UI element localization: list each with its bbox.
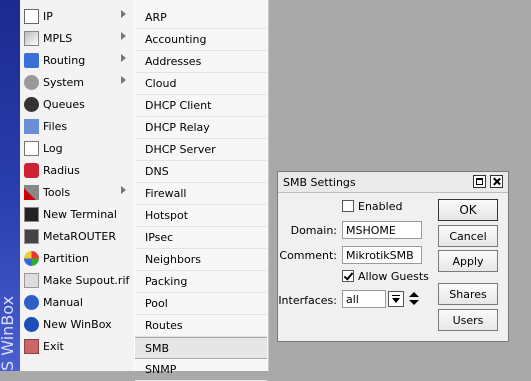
winbox-icon [24,316,39,332]
terminal-icon [24,206,39,222]
main-menu-item-label: Queues [43,97,85,111]
domain-field[interactable] [342,221,422,239]
submenu-item-cloud[interactable]: Cloud [135,73,267,95]
submenu-item-arp[interactable]: ARP [135,7,267,29]
submenu-arrow-icon [121,186,126,194]
submenu-item-dns[interactable]: DNS [135,161,267,183]
main-menu-item-label: Log [43,141,63,155]
main-menu-item-make-supout-rif[interactable]: Make Supout.rif [20,269,134,291]
main-menu-item-new-terminal[interactable]: New Terminal [20,203,134,225]
routing-icon [24,52,39,68]
dialog-titlebar[interactable]: SMB Settings [278,172,508,193]
help-icon [24,294,39,310]
interfaces-label: Interfaces: [278,294,337,307]
main-menu-item-mpls[interactable]: MPLS [20,27,134,49]
submenu-item-pool[interactable]: Pool [135,293,267,315]
winbox-sidebar: S WinBox [0,0,20,371]
shares-button[interactable]: Shares [438,283,498,305]
interfaces-field[interactable] [342,290,386,308]
main-menu-item-label: MetaROUTER [43,229,116,243]
main-menu-item-partition[interactable]: Partition [20,247,134,269]
tools-icon [24,184,39,200]
domain-label: Domain: [290,224,337,237]
main-menu-item-label: Exit [43,339,64,353]
mpls-icon [24,30,39,46]
submenu-item-smb[interactable]: SMB [135,337,267,359]
allow-guests-label: Allow Guests [358,270,429,283]
main-menu-item-label: New Terminal [43,207,117,221]
radius-icon [24,162,39,178]
submenu-arrow-icon [121,32,126,40]
submenu-item-packing[interactable]: Packing [135,271,267,293]
comment-field[interactable] [342,246,422,264]
submenu-item-firewall[interactable]: Firewall [135,183,267,205]
enabled-checkbox[interactable] [342,200,354,212]
submenu-arrow-icon [121,10,126,18]
main-menu-item-ip[interactable]: IP [20,5,134,27]
smb-settings-dialog: SMB Settings Enabled Domain: Comment: Al… [277,171,509,342]
submenu-item-neighbors[interactable]: Neighbors [135,249,267,271]
main-menu-item-label: Files [43,119,68,133]
main-menu: IP MPLS Routing System Queues Files Log Radius T… [20,0,135,371]
main-menu-item-exit[interactable]: Exit [20,335,134,357]
submenu-item-dhcp-client[interactable]: DHCP Client [135,95,267,117]
submenu-item-hotspot[interactable]: Hotspot [135,205,267,227]
submenu-item-addresses[interactable]: Addresses [135,51,267,73]
exit-icon [24,338,39,354]
metarouter-icon [24,228,39,244]
main-menu-item-label: Partition [43,251,89,265]
submenu-item-dhcp-server[interactable]: DHCP Server [135,139,267,161]
log-icon [24,140,39,156]
main-menu-item-label: Radius [43,163,80,177]
maximize-icon[interactable] [473,175,486,188]
main-menu-item-log[interactable]: Log [20,137,134,159]
dialog-title: SMB Settings [283,176,356,189]
ok-button[interactable]: OK [438,199,498,221]
main-menu-item-files[interactable]: Files [20,115,134,137]
main-menu-item-new-winbox[interactable]: New WinBox [20,313,134,335]
main-menu-item-label: Routing [43,53,86,67]
main-menu-item-label: New WinBox [43,317,112,331]
interfaces-dropdown-icon[interactable] [388,291,404,307]
queues-icon [24,96,39,112]
submenu-arrow-icon [121,54,126,62]
main-menu-item-label: IP [43,9,53,23]
main-menu-item-label: Manual [43,295,83,309]
main-menu-item-manual[interactable]: Manual [20,291,134,313]
main-menu-item-queues[interactable]: Queues [20,93,134,115]
main-menu-item-tools[interactable]: Tools [20,181,134,203]
enabled-label: Enabled [358,200,403,213]
ip-address-icon [24,8,39,24]
apply-button[interactable]: Apply [438,250,498,272]
submenu-item-ipsec[interactable]: IPsec [135,227,267,249]
main-menu-item-label: System [43,75,85,89]
comment-label: Comment: [279,249,337,262]
main-menu-item-label: Tools [43,185,71,199]
users-button[interactable]: Users [438,309,498,331]
main-menu-item-system[interactable]: System [20,71,134,93]
ip-submenu: ARP Accounting Addresses Cloud DHCP Client DH… [134,0,269,381]
submenu-item-accounting[interactable]: Accounting [135,29,267,51]
main-menu-item-routing[interactable]: Routing [20,49,134,71]
main-menu-item-radius[interactable]: Radius [20,159,134,181]
cancel-button[interactable]: Cancel [438,225,498,247]
main-menu-item-label: MPLS [43,31,73,45]
submenu-item-snmp[interactable]: SNMP [135,359,267,381]
supout-icon [24,272,39,288]
allow-guests-checkbox[interactable] [342,270,354,282]
submenu-item-routes[interactable]: Routes [135,315,267,337]
submenu-arrow-icon [121,76,126,84]
main-menu-item-label: Make Supout.rif [43,273,130,287]
folder-icon [24,118,39,134]
interfaces-updown-icon[interactable] [409,291,419,307]
sidebar-brand-text: S WinBox [0,295,17,371]
gear-icon [24,74,39,90]
close-icon[interactable] [490,175,503,188]
partition-icon [24,250,39,266]
submenu-item-dhcp-relay[interactable]: DHCP Relay [135,117,267,139]
main-menu-item-metarouter[interactable]: MetaROUTER [20,225,134,247]
